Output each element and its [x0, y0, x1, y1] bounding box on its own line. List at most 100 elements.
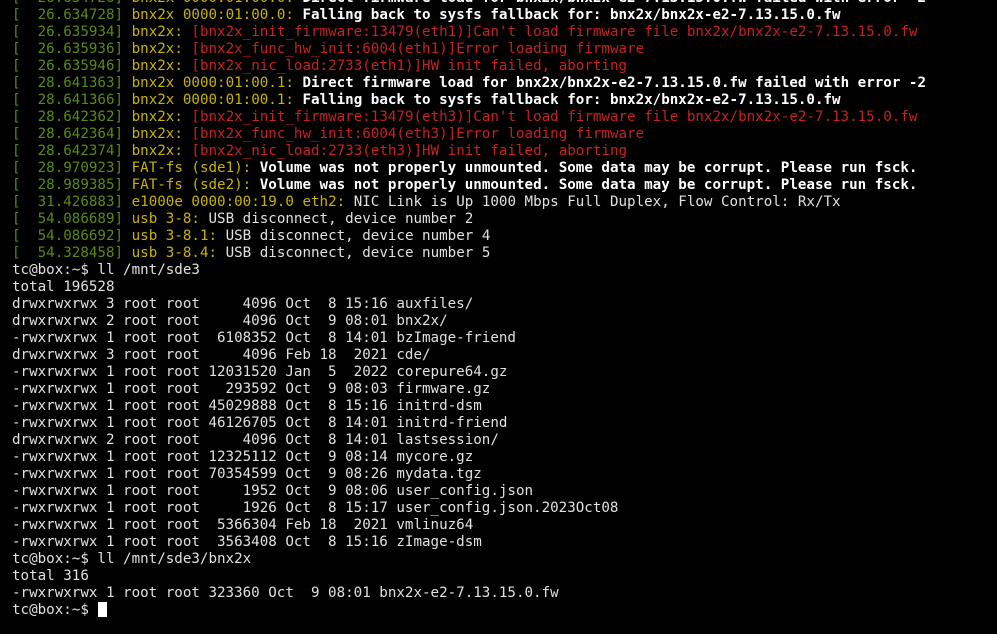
log-line: [ 28.989385] FAT-fs (sde2): Volume was n…	[12, 177, 997, 194]
log-message: NIC Link is Up 1000 Mbps Full Duplex, Fl…	[345, 194, 841, 210]
log-timestamp: 28.989385	[20, 177, 115, 193]
bracket-close: ]	[114, 109, 132, 125]
log-timestamp: 28.642362	[20, 109, 115, 125]
output-line: -rwxrwxrwx 1 root root 323360 Oct 9 08:0…	[12, 585, 559, 601]
log-timestamp: 26.634726	[21, 0, 115, 6]
output-line: drwxrwxrwx 3 root root 4096 Feb 18 2021 …	[12, 347, 431, 363]
bracket-open: [	[12, 109, 21, 125]
bracket-open: [	[12, 0, 21, 6]
bracket-close: ]	[115, 0, 132, 6]
shell-prompt: tc@box:~$	[12, 602, 98, 618]
shell-output: tc@box:~$ ll /mnt/sde3 total 196528 drwxrw…	[12, 262, 997, 602]
output-line: drwxrwxrwx 2 root root 4096 Oct 9 08:01 …	[12, 313, 448, 329]
log-message: [bnx2x_nic_load:2733(eth1)]HW init faile…	[182, 58, 628, 74]
log-line: [ 28.642364] bnx2x: [bnx2x_func_hw_init:…	[12, 126, 997, 143]
bracket-open: [	[12, 7, 21, 23]
log-line: [ 26.634726] bnx2x 0000:01:00.0: Direct …	[12, 0, 997, 7]
bracket-close: ]	[114, 177, 132, 193]
log-timestamp: 28.642364	[20, 126, 115, 142]
log-message: Falling back to sysfs fallback for: bnx2…	[293, 7, 841, 23]
log-source: bnx2x 0000:01:00.0:	[131, 7, 294, 23]
bracket-open: [	[12, 92, 21, 108]
bracket-close: ]	[114, 92, 132, 108]
log-line: [ 54.328458] usb 3-8.4: USB disconnect, …	[12, 245, 997, 262]
log-line: [ 26.635946] bnx2x: [bnx2x_nic_load:2733…	[12, 58, 997, 75]
bracket-close: ]	[114, 160, 132, 176]
bracket-open: [	[12, 177, 21, 193]
log-source: e1000e 0000:00:19.0 eth2:	[131, 194, 346, 210]
log-line: [ 54.086689] usb 3-8: USB disconnect, de…	[12, 211, 997, 228]
bracket-open: [	[12, 41, 21, 57]
log-source: FAT-fs (sde2):	[131, 177, 252, 193]
output-line: -rwxrwxrwx 1 root root 293592 Oct 9 08:0…	[12, 381, 491, 397]
log-message: [bnx2x_init_firmware:13479(eth3)]Can't l…	[182, 109, 918, 125]
text-cursor	[98, 602, 108, 617]
log-timestamp: 28.641366	[20, 92, 115, 108]
log-message: USB disconnect, device number 2	[199, 211, 474, 227]
log-source: bnx2x 0000:01:00.1:	[131, 75, 294, 91]
output-line: -rwxrwxrwx 1 root root 5366304 Feb 18 20…	[12, 517, 474, 533]
bracket-close: ]	[114, 75, 132, 91]
log-source: usb 3-8.1:	[131, 228, 218, 244]
prompt-line[interactable]: tc@box:~$	[12, 602, 997, 619]
log-message: [bnx2x_func_hw_init:6004(eth1)]Error loa…	[182, 41, 645, 57]
log-message: Volume was not properly unmounted. Some …	[251, 160, 918, 176]
bracket-close: ]	[114, 24, 132, 40]
output-line: drwxrwxrwx 3 root root 4096 Oct 8 15:16 …	[12, 296, 474, 312]
log-source: bnx2x:	[131, 24, 183, 40]
log-line: [ 26.634728] bnx2x 0000:01:00.0: Falling…	[12, 7, 997, 24]
output-line: -rwxrwxrwx 1 root root 12325112 Oct 9 08…	[12, 449, 474, 465]
log-timestamp: 31.426883	[20, 194, 115, 210]
bracket-open: [	[12, 228, 21, 244]
output-line: -rwxrwxrwx 1 root root 6108352 Oct 8 14:…	[12, 330, 516, 346]
output-line: total 196528	[12, 279, 115, 295]
log-source: bnx2x:	[131, 58, 183, 74]
bracket-open: [	[12, 24, 21, 40]
log-timestamp: 28.641363	[20, 75, 115, 91]
log-message: Falling back to sysfs fallback for: bnx2…	[293, 92, 841, 108]
log-line: [ 28.642362] bnx2x: [bnx2x_init_firmware…	[12, 109, 997, 126]
log-message: Direct firmware load for bnx2x/bnx2x-e2-…	[294, 0, 926, 6]
log-line: [ 28.642374] bnx2x: [bnx2x_nic_load:2733…	[12, 143, 997, 160]
bracket-close: ]	[114, 211, 132, 227]
bracket-open: [	[12, 194, 21, 210]
log-timestamp: 26.635936	[20, 41, 115, 57]
log-source: bnx2x:	[131, 126, 183, 142]
bracket-close: ]	[114, 228, 132, 244]
log-timestamp: 28.970923	[20, 160, 115, 176]
command-line: tc@box:~$ ll /mnt/sde3	[12, 262, 200, 278]
bracket-close: ]	[114, 41, 132, 57]
bracket-close: ]	[114, 245, 132, 261]
log-line: [ 28.641363] bnx2x 0000:01:00.1: Direct …	[12, 75, 997, 92]
bracket-close: ]	[114, 194, 132, 210]
bracket-open: [	[12, 160, 21, 176]
log-source: usb 3-8.4:	[131, 245, 218, 261]
log-line: [ 26.635934] bnx2x: [bnx2x_init_firmware…	[12, 24, 997, 41]
log-message: [bnx2x_nic_load:2733(eth3)]HW init faile…	[182, 143, 628, 159]
bracket-close: ]	[114, 7, 132, 23]
log-message: USB disconnect, device number 4	[217, 228, 491, 244]
bracket-open: [	[12, 58, 21, 74]
log-timestamp: 54.086692	[20, 228, 115, 244]
bracket-open: [	[12, 126, 21, 142]
bracket-open: [	[12, 211, 21, 227]
log-message: USB disconnect, device number 5	[217, 245, 491, 261]
output-line: -rwxrwxrwx 1 root root 1926 Oct 8 15:17 …	[12, 500, 619, 516]
kernel-log: [ 26.634726] bnx2x 0000:01:00.0: Direct …	[12, 0, 997, 262]
output-line: -rwxrwxrwx 1 root root 3563408 Oct 8 15:…	[12, 534, 482, 550]
log-timestamp: 54.086689	[20, 211, 115, 227]
log-source: usb 3-8:	[131, 211, 200, 227]
output-line: -rwxrwxrwx 1 root root 45029888 Oct 8 15…	[12, 398, 482, 414]
log-message: [bnx2x_func_hw_init:6004(eth3)]Error loa…	[182, 126, 645, 142]
log-timestamp: 26.634728	[20, 7, 115, 23]
command-line: tc@box:~$ ll /mnt/sde3/bnx2x	[12, 551, 252, 567]
output-line: -rwxrwxrwx 1 root root 12031520 Jan 5 20…	[12, 364, 508, 380]
output-line: total 316	[12, 568, 89, 584]
log-message: Direct firmware load for bnx2x/bnx2x-e2-…	[293, 75, 926, 91]
output-line: -rwxrwxrwx 1 root root 1952 Oct 9 08:06 …	[12, 483, 534, 499]
terminal-window[interactable]: [ 26.634726] bnx2x 0000:01:00.0: Direct …	[0, 0, 997, 624]
log-timestamp: 54.328458	[20, 245, 115, 261]
log-line: [ 54.086692] usb 3-8.1: USB disconnect, …	[12, 228, 997, 245]
log-line: [ 28.970923] FAT-fs (sde1): Volume was n…	[12, 160, 997, 177]
log-message: Volume was not properly unmounted. Some …	[251, 177, 918, 193]
